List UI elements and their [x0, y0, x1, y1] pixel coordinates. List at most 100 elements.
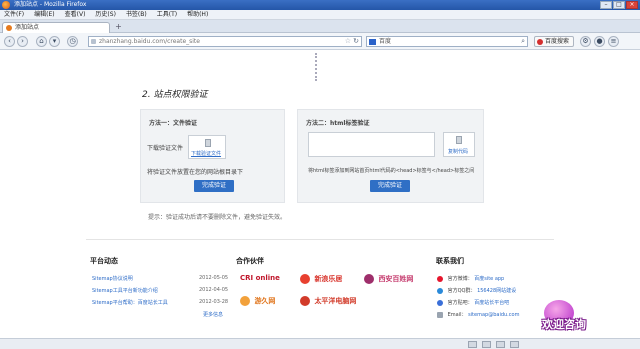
- bookmark-star-icon[interactable]: ☆: [345, 37, 351, 46]
- partner-youjiu-name: 游久网: [254, 297, 276, 305]
- download-file-box[interactable]: 下载验证文件: [188, 135, 226, 159]
- partner-pconline-name: 太平洋电脑网: [314, 297, 357, 305]
- status-icon[interactable]: [482, 341, 491, 348]
- home-icon[interactable]: ⌂: [36, 36, 47, 47]
- footer-divider: [86, 239, 554, 240]
- toolbar-button-label: 百度搜索: [545, 38, 570, 45]
- download-file-link[interactable]: 下载验证文件: [191, 150, 221, 157]
- pconline-icon: [300, 296, 310, 306]
- contact-value[interactable]: 百度site app: [474, 276, 504, 282]
- chat-widget[interactable]: 欢迎咨询: [540, 294, 608, 338]
- news-item[interactable]: Sitemap平台帮助：百度站长工具: [92, 299, 168, 306]
- contact-qq: 官方QQ群： 156428网站建设: [437, 287, 516, 294]
- contact-value[interactable]: 百度站长平台吧: [474, 300, 509, 306]
- partner-xian-name: 西安百姓网: [378, 275, 414, 283]
- search-engine-icon[interactable]: [369, 39, 376, 45]
- weibo-icon: [437, 275, 443, 282]
- reload-icon[interactable]: ↻: [353, 37, 359, 46]
- html-verify-button[interactable]: 完成验证: [370, 180, 410, 192]
- navigation-bar: ‹ › ⌂ ▾ ◷ zhanzhang.baidu.com/create_sit…: [0, 33, 640, 50]
- minimize-button[interactable]: –: [600, 1, 612, 9]
- window-controls: – □ ×: [600, 1, 638, 9]
- news-date: 2012-05-05: [199, 275, 229, 281]
- verification-hint: 提示：验证成功后请不要删除文件，避免验证失效。: [148, 214, 287, 221]
- contact-label: Email：: [447, 312, 467, 318]
- contact-tieba: 官方贴吧： 百度站长平台吧: [437, 299, 509, 306]
- window-title-bar: 添加站点 - Mozilla Firefox – □ ×: [0, 0, 640, 10]
- menu-history[interactable]: 历史(S): [95, 10, 116, 19]
- partner-cri-name: CRI online: [240, 274, 280, 282]
- history-icon[interactable]: ◷: [67, 36, 78, 47]
- status-icon[interactable]: [510, 341, 519, 348]
- new-tab-button[interactable]: +: [114, 23, 123, 32]
- html-method-title: 方法二：html标签验证: [306, 120, 370, 127]
- download-label: 下载验证文件: [147, 145, 184, 152]
- contact-weibo: 官方微博： 百度site app: [437, 275, 504, 282]
- contact-label: 官方QQ群：: [447, 288, 476, 294]
- contact-label: 官方微博：: [447, 276, 473, 282]
- partners-title: 合作伙伴: [236, 257, 264, 265]
- status-bar: [0, 338, 640, 349]
- close-window-button[interactable]: ×: [626, 1, 638, 9]
- contact-title: 联系我们: [436, 257, 464, 265]
- downloads-icon[interactable]: ▾: [49, 36, 60, 47]
- window-title: 添加站点 - Mozilla Firefox: [14, 1, 87, 8]
- menu-help[interactable]: 帮助(H): [187, 10, 208, 19]
- site-identity-icon: [91, 39, 96, 44]
- menu-icon[interactable]: ≡: [608, 36, 619, 47]
- news-date: 2012-03-28: [199, 299, 229, 305]
- firefox-logo-icon: [2, 1, 10, 9]
- address-bar[interactable]: zhanzhang.baidu.com/create_site ☆ ↻: [88, 36, 362, 47]
- tieba-icon: [437, 299, 443, 306]
- menu-bar: 文件(F) 编辑(E) 查看(V) 历史(S) 书签(B) 工具(T) 帮助(H…: [0, 10, 640, 20]
- news-item[interactable]: Sitemap协议说明: [92, 275, 133, 282]
- copy-code-box[interactable]: 复制代码: [443, 132, 475, 157]
- contact-email: Email： sitemap@baidu.com: [437, 311, 519, 318]
- forward-button[interactable]: ›: [17, 36, 28, 47]
- file-instruction: 将验证文件放置在您的网站根目录下: [147, 169, 244, 176]
- tab-bar: 添加站点 +: [0, 20, 640, 33]
- contact-label: 官方贴吧：: [447, 300, 473, 306]
- menu-edit[interactable]: 编辑(E): [34, 10, 54, 19]
- tool-icon: [537, 39, 543, 45]
- file-method-title: 方法一：文件验证: [149, 120, 198, 127]
- menu-view[interactable]: 查看(V): [65, 10, 86, 19]
- page-content: 2. 站点权限验证 方法一：文件验证 下载验证文件 下载验证文件 将验证文件放置…: [0, 51, 640, 338]
- file-verify-button[interactable]: 完成验证: [194, 180, 234, 192]
- html-code-textarea[interactable]: [308, 132, 435, 157]
- partner-sina-name: 新浪乐居: [314, 275, 343, 283]
- url-text: zhanzhang.baidu.com/create_site: [99, 38, 200, 45]
- partner-cri-logo[interactable]: CRI online: [240, 274, 280, 282]
- partner-xian-logo[interactable]: 西安百姓网: [364, 274, 413, 284]
- youjiu-icon: [240, 296, 250, 306]
- addon-icon[interactable]: ⚙: [580, 36, 591, 47]
- toolbar-button[interactable]: 百度搜索: [534, 36, 574, 47]
- menu-file[interactable]: 文件(F): [4, 10, 24, 19]
- section-title: 2. 站点权限验证: [142, 90, 208, 100]
- menu-tools[interactable]: 工具(T): [157, 10, 177, 19]
- search-bar[interactable]: 百度 ⌕: [366, 36, 528, 47]
- status-icon[interactable]: [468, 341, 477, 348]
- contact-value[interactable]: 156428网站建设: [477, 288, 516, 294]
- menu-bookmarks[interactable]: 书签(B): [126, 10, 147, 19]
- dotted-divider: [315, 53, 318, 81]
- partner-sina-logo[interactable]: 新浪乐居: [300, 274, 342, 284]
- copy-code-link[interactable]: 复制代码: [448, 148, 468, 155]
- news-date: 2012-04-05: [199, 287, 229, 293]
- maximize-button[interactable]: □: [613, 1, 625, 9]
- qq-icon: [437, 287, 443, 294]
- news-item[interactable]: Sitemap工具平台新功能介绍: [92, 287, 158, 294]
- contact-value[interactable]: sitemap@baidu.com: [468, 312, 519, 318]
- status-icon[interactable]: [496, 341, 505, 348]
- email-icon: [437, 311, 443, 318]
- security-icon[interactable]: ●: [594, 36, 605, 47]
- html-instruction: 将html标签添加到网站首页html代码的<head>标签与</head>标签之…: [308, 168, 475, 174]
- partner-pconline-logo[interactable]: 太平洋电脑网: [300, 296, 356, 306]
- partner-youjiu-logo[interactable]: 游久网: [240, 296, 275, 306]
- tab-add-site[interactable]: 添加站点: [2, 22, 110, 33]
- more-news-link[interactable]: 更多信息: [203, 311, 223, 318]
- search-icon[interactable]: ⌕: [521, 37, 525, 46]
- flower-icon: [364, 274, 374, 284]
- file-icon: [205, 139, 211, 147]
- back-button[interactable]: ‹: [4, 36, 15, 47]
